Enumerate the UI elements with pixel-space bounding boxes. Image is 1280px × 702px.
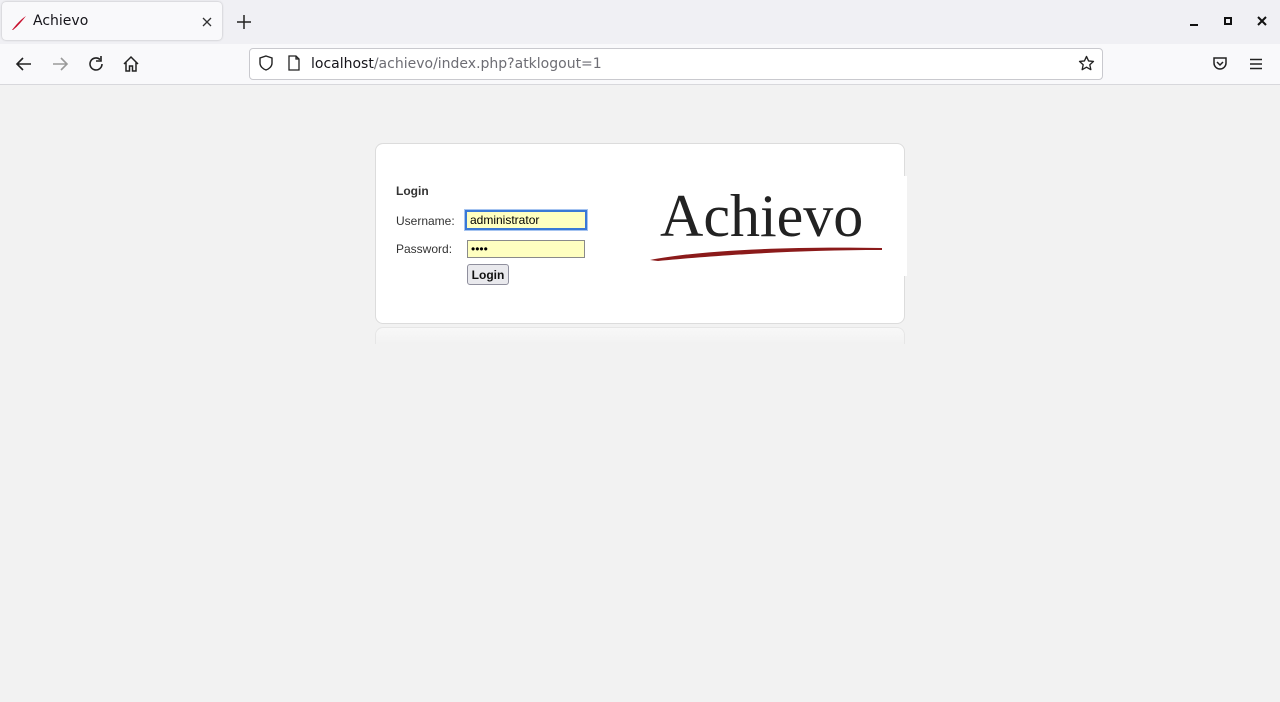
minimize-icon[interactable] [1187,14,1201,28]
tab-strip: Achievo [0,0,1280,44]
logo-swoosh [650,247,882,261]
bookmark-star-icon[interactable] [1078,55,1095,72]
username-input[interactable] [465,210,587,230]
username-label: Username: [396,214,455,228]
back-arrow-icon[interactable] [15,55,33,73]
achievo-logo: Achievo [650,184,886,264]
tracking-protection-shield-icon[interactable] [258,55,274,71]
login-heading: Login [396,184,429,198]
achievo-feather-icon [12,16,26,30]
tab-achievo[interactable]: Achievo [2,2,222,40]
reload-icon[interactable] [87,55,105,73]
new-tab-icon[interactable] [235,13,253,31]
close-tab-icon[interactable] [199,14,215,30]
pocket-icon[interactable] [1211,55,1229,73]
password-label: Password: [396,242,453,256]
url-path: /achievo/index.php?atklogout=1 [373,56,602,72]
forward-arrow-icon[interactable] [51,55,69,73]
address-bar[interactable]: localhost/achievo/index.php?atklogout=1 [249,48,1103,80]
login-panel: Login Username: Password: Login Achievo [375,143,905,324]
navigation-bar: localhost/achievo/index.php?atklogout=1 [0,44,1280,85]
login-button[interactable]: Login [467,264,509,285]
password-input[interactable] [467,240,585,258]
home-icon[interactable] [122,55,140,73]
logo-text: Achievo [660,183,864,249]
url-host: localhost [311,56,374,72]
panel-edge [903,176,907,276]
login-panel-footer [375,327,905,344]
url-text: localhost/achievo/index.php?atklogout=1 [311,56,602,72]
close-window-icon[interactable] [1255,14,1269,28]
maximize-icon[interactable] [1221,14,1235,28]
tab-title: Achievo [33,13,89,29]
page-info-icon[interactable] [286,55,302,71]
hamburger-menu-icon[interactable] [1247,55,1265,73]
